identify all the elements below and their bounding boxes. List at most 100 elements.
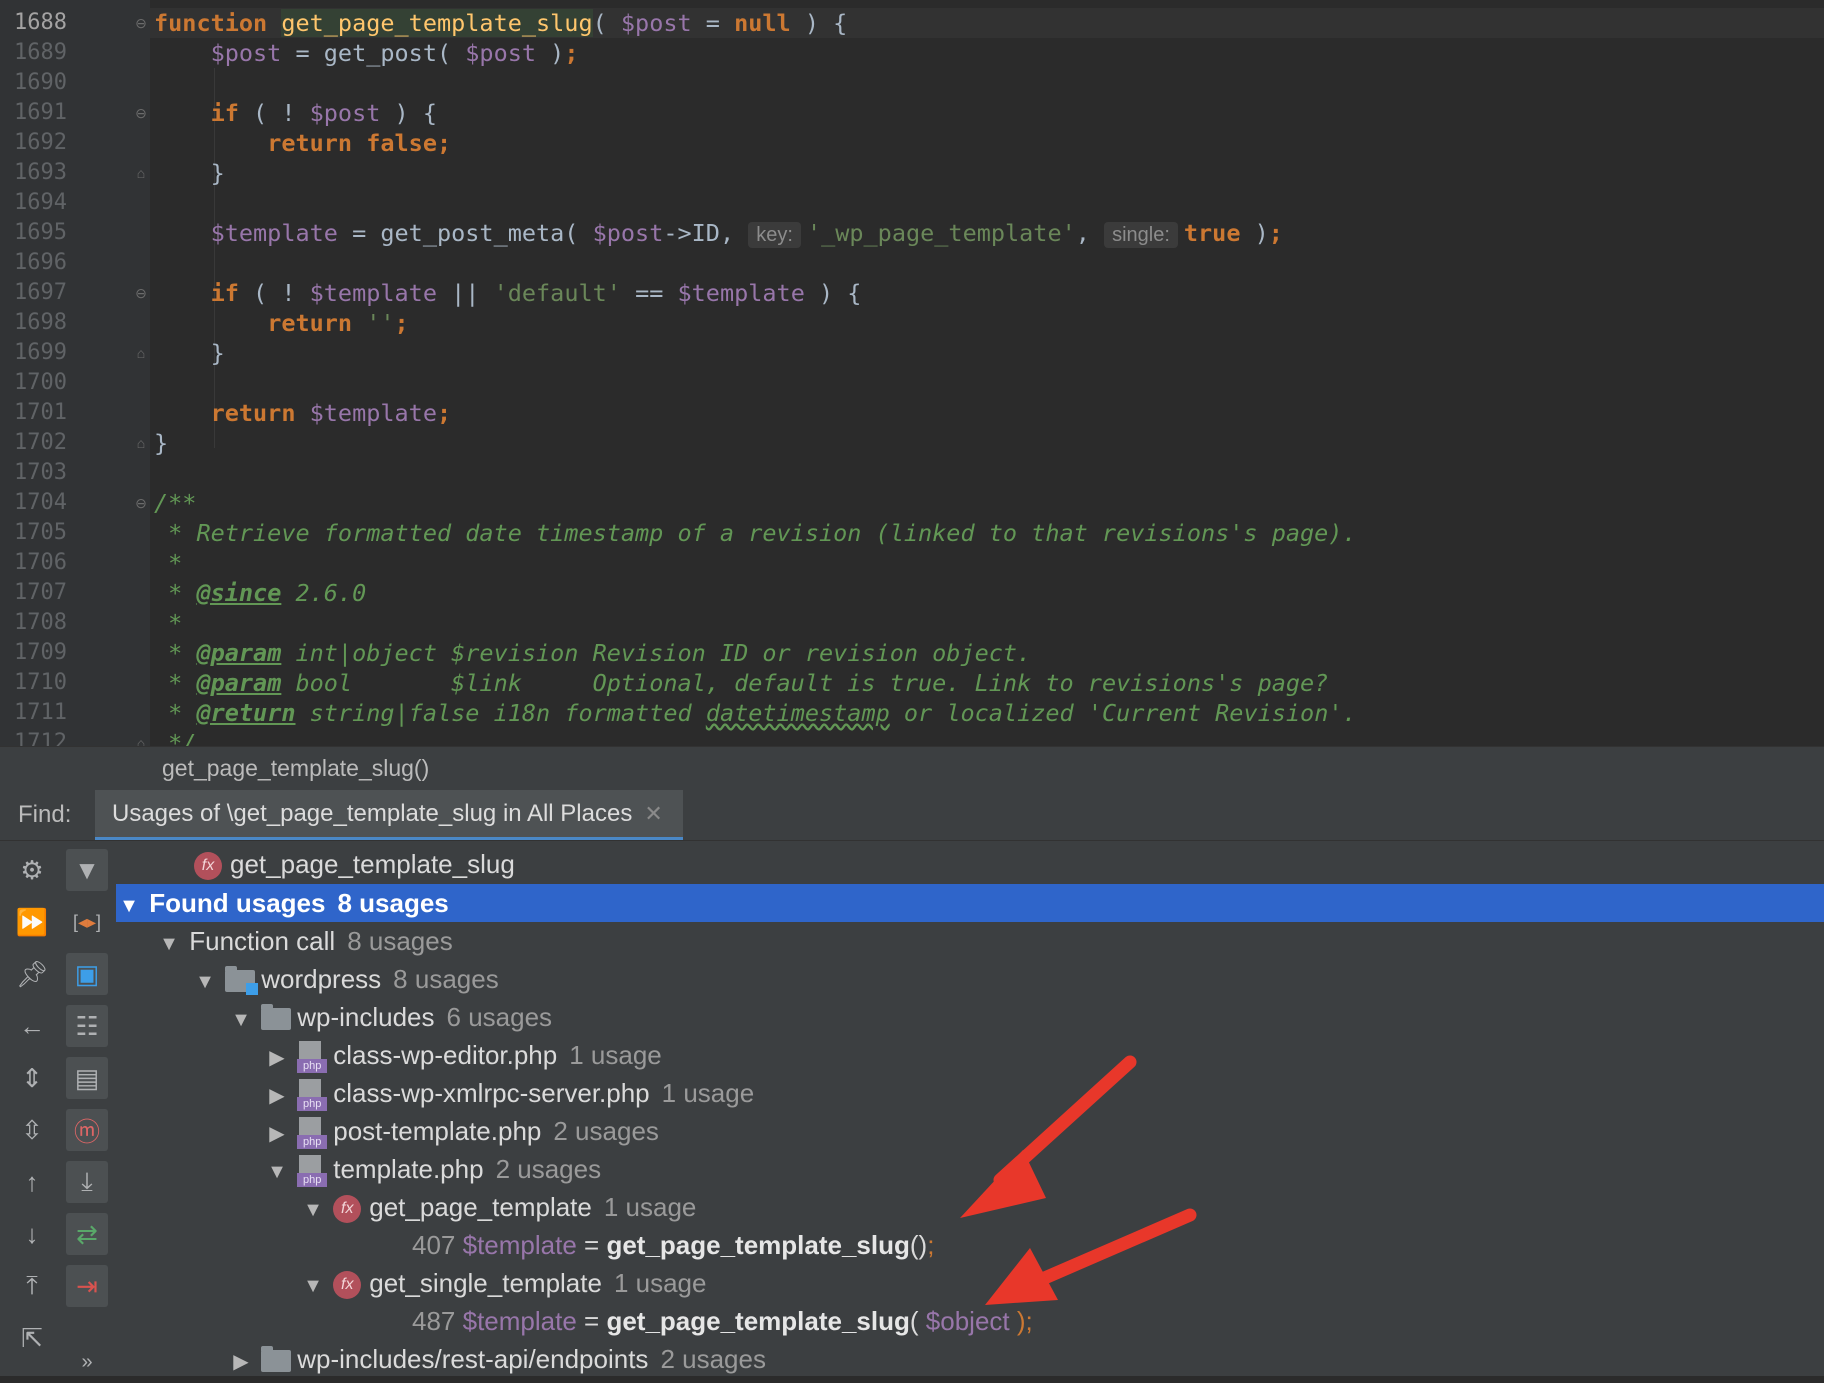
close-icon[interactable]: ✕	[644, 801, 662, 827]
code-line: }	[154, 339, 225, 367]
line-number: 1701	[14, 400, 67, 425]
tree-function[interactable]: ▼ fx get_single_template 1 usage	[116, 1264, 1824, 1302]
expand-arrow-icon[interactable]: ▼	[300, 1267, 326, 1305]
tree-folder-rest-api[interactable]: ▶ wp-includes/rest-api/endpoints 2 usages	[116, 1340, 1824, 1376]
expand-arrow-icon[interactable]: ▼	[116, 887, 142, 925]
line-number: 1711	[14, 700, 67, 725]
tree-found-usages[interactable]: ▼ Found usages 8 usages	[116, 884, 1824, 922]
usages-tree[interactable]: fx get_page_template_slug ▼ Found usages 8…	[116, 841, 1824, 1376]
down-icon[interactable]: ↓	[11, 1213, 53, 1255]
line-number: 1702	[14, 430, 67, 455]
line-number: 1705	[14, 520, 67, 545]
collapse-arrow-icon[interactable]: ▶	[264, 1115, 290, 1153]
fold-marker-icon[interactable]: ⊖	[135, 286, 147, 300]
folder-icon	[261, 1004, 292, 1031]
group-by-directory-icon[interactable]: ▤	[66, 1057, 108, 1099]
breadcrumb-item[interactable]: get_page_template_slug()	[162, 755, 429, 782]
gear-icon[interactable]: ⚙	[11, 849, 53, 891]
line-number: 1710	[14, 670, 67, 695]
fold-marker-icon[interactable]: ⊖	[135, 16, 147, 30]
line-number: 1704	[14, 490, 67, 515]
tree-file[interactable]: ▶ php post-template.php 2 usages	[116, 1112, 1824, 1150]
export-icon[interactable]: ⤒	[11, 1265, 53, 1307]
line-number: 1694	[14, 190, 67, 215]
folder-icon	[261, 1346, 292, 1373]
back-icon[interactable]: ←	[11, 1005, 53, 1047]
collapse-arrow-icon[interactable]: ▶	[264, 1039, 290, 1077]
line-number: 1698	[14, 310, 67, 335]
code-line: /**	[154, 489, 197, 517]
code-line: */	[154, 729, 197, 746]
tree-root-function[interactable]: fx get_page_template_slug	[116, 845, 1824, 883]
group-by-file-structure-icon[interactable]: ⓜ	[66, 1109, 108, 1151]
code-line: *	[154, 549, 183, 577]
fold-end-icon[interactable]: ⌂	[135, 436, 147, 450]
line-number: 1706	[14, 550, 67, 575]
line-number: 1689	[14, 40, 67, 65]
find-toolbar: ⚙ ⏩ 📌︎ ← ⇕ ⇳ ↑ ↓ ⤒ ⇱ ▼ [◂▸] ▣ ☷ ▤ ⓜ ⤓ ⇄ …	[0, 841, 116, 1376]
tree-function-call[interactable]: ▼ Function call 8 usages	[116, 922, 1824, 960]
collapse-all-icon[interactable]: ⇳	[11, 1109, 53, 1151]
module-folder-icon	[225, 966, 259, 996]
fold-marker-icon[interactable]: ⊖	[135, 106, 147, 120]
line-number: 1709	[14, 640, 67, 665]
code-editor[interactable]: 1688 1689 1690 1691 1692 1693 1694 1695 …	[0, 0, 1824, 746]
more-icon[interactable]: »	[66, 1341, 108, 1383]
collapse-arrow-icon[interactable]: ▶	[228, 1343, 254, 1376]
code-line: if ( ! $template || 'default' == $templa…	[210, 279, 862, 307]
line-number: 1700	[14, 370, 67, 395]
open-in-new-tab-icon[interactable]: ⇱	[11, 1317, 53, 1359]
inlay-hint-key: key:	[748, 222, 801, 248]
autoscroll-to-source-icon[interactable]: ⤓	[66, 1161, 108, 1203]
tree-folder-wp-includes[interactable]: ▼ wp-includes 6 usages	[116, 998, 1824, 1036]
function-icon: fx	[333, 1195, 362, 1224]
tree-usage-line[interactable]: 407 $template = get_page_template_slug()…	[116, 1226, 1824, 1264]
expand-arrow-icon[interactable]: ▼	[264, 1153, 290, 1191]
preview-icon[interactable]: ▣	[66, 953, 108, 995]
inlay-hint-single: single:	[1104, 222, 1178, 248]
function-icon: fx	[333, 1271, 362, 1300]
fold-end-icon[interactable]: ⌂	[135, 166, 147, 180]
group-by-module-icon[interactable]: ☷	[66, 1005, 108, 1047]
autoscroll-from-source-icon[interactable]: ⇄	[66, 1213, 108, 1255]
collapse-arrow-icon[interactable]: ▶	[264, 1077, 290, 1115]
tree-module-wordpress[interactable]: ▼ wordpress 8 usages	[116, 960, 1824, 998]
php-file-icon: php	[297, 1041, 328, 1074]
code-line: }	[154, 159, 225, 187]
pin-icon[interactable]: 📌︎	[11, 953, 53, 995]
code-line: *	[154, 609, 183, 637]
breadcrumb: get_page_template_slug()	[0, 746, 1824, 791]
code-line: * @param bool $link Optional, default is…	[154, 669, 1329, 697]
fold-marker-icon[interactable]: ⊖	[135, 496, 147, 510]
line-number: 1707	[14, 580, 67, 605]
expand-arrow-icon[interactable]: ▼	[300, 1191, 326, 1229]
code-line: return '';	[267, 309, 409, 337]
code-line: }	[154, 429, 169, 457]
expand-arrow-icon[interactable]: ▼	[156, 925, 182, 963]
filter-icon[interactable]: ▼	[66, 849, 108, 891]
code-line: $template = get_post_meta( $post->ID, ke…	[210, 219, 1283, 248]
expand-arrow-icon[interactable]: ▼	[228, 1001, 254, 1039]
fold-end-icon[interactable]: ⌂	[135, 346, 147, 360]
up-icon[interactable]: ↑	[11, 1161, 53, 1203]
code-line: function get_page_template_slug( $post =…	[154, 9, 848, 37]
tree-usage-line[interactable]: 487 $template = get_page_template_slug( …	[116, 1302, 1824, 1340]
code-line: * @return string|false i18n formatted da…	[154, 699, 1357, 727]
code-line: * Retrieve formatted date timestamp of a…	[154, 519, 1357, 547]
tree-file[interactable]: ▶ php class-wp-xmlrpc-server.php 1 usage	[116, 1074, 1824, 1112]
close-usages-icon[interactable]: ⇥	[66, 1265, 108, 1307]
tree-function[interactable]: ▼ fx get_page_template 1 usage	[116, 1188, 1824, 1226]
expand-all-icon[interactable]: ⇕	[11, 1057, 53, 1099]
tab-find-usages[interactable]: Usages of \get_page_template_slug in All…	[95, 790, 683, 840]
code-line: if ( ! $post ) {	[210, 99, 437, 127]
fold-end-icon[interactable]: ⌂	[135, 736, 147, 746]
find-label: Find:	[18, 801, 72, 828]
expand-arrow-icon[interactable]: ▼	[192, 963, 218, 1001]
merge-icon[interactable]: [◂▸]	[66, 901, 108, 943]
tree-file[interactable]: ▶ php class-wp-editor.php 1 usage	[116, 1036, 1824, 1074]
line-number: 1696	[14, 250, 67, 275]
line-number-gutter: 1688 1689 1690 1691 1692 1693 1694 1695 …	[0, 0, 150, 746]
line-number: 1693	[14, 160, 67, 185]
tree-file[interactable]: ▼ php template.php 2 usages	[116, 1150, 1824, 1188]
rerun-icon[interactable]: ⏩	[11, 901, 53, 943]
